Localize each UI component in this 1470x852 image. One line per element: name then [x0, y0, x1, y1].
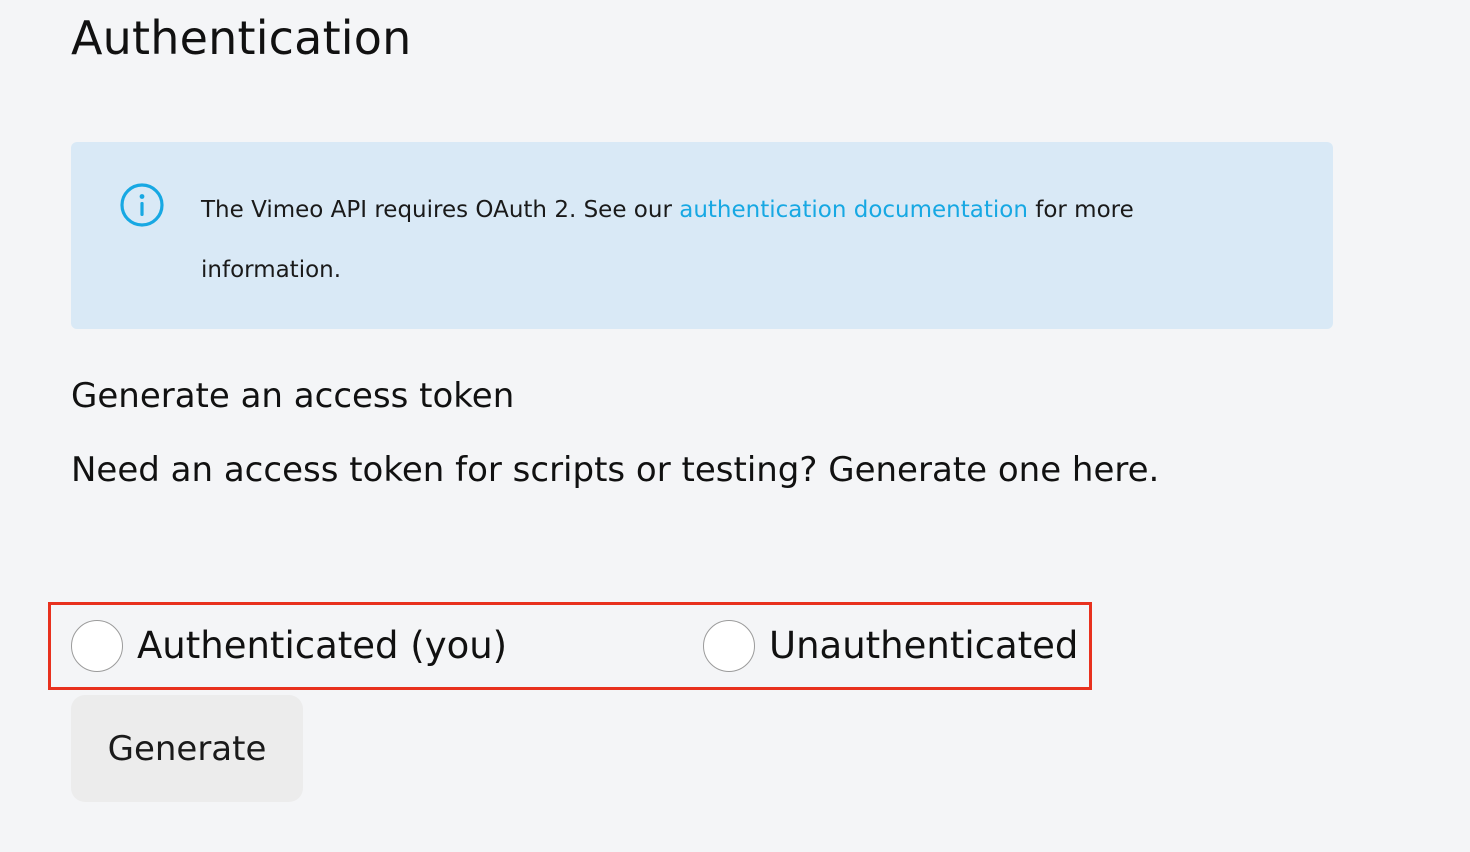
notice-text-before: The Vimeo API requires OAuth 2. See our [201, 197, 680, 223]
unauthenticated-radio-label[interactable]: Unauthenticated [769, 619, 1078, 673]
section-heading: Generate an access token [71, 376, 515, 416]
notice-text: The Vimeo API requires OAuth 2. See our … [201, 180, 1211, 300]
unauthenticated-option[interactable]: Unauthenticated [703, 619, 1078, 673]
section-description: Need an access token for scripts or test… [71, 450, 1160, 490]
generate-button[interactable]: Generate [71, 695, 303, 802]
authentication-page: Authentication The Vimeo API requires OA… [0, 0, 1470, 852]
unauthenticated-radio[interactable] [703, 620, 755, 672]
oauth-info-notice: The Vimeo API requires OAuth 2. See our … [71, 142, 1333, 329]
info-icon [119, 182, 165, 228]
authenticated-radio[interactable] [71, 620, 123, 672]
authenticated-option[interactable]: Authenticated (you) [71, 619, 507, 673]
authenticated-radio-label[interactable]: Authenticated (you) [137, 619, 507, 673]
token-type-radio-group: Authenticated (you) Unauthenticated [48, 602, 1092, 690]
page-title: Authentication [71, 11, 412, 65]
authentication-documentation-link[interactable]: authentication documentation [679, 197, 1028, 223]
